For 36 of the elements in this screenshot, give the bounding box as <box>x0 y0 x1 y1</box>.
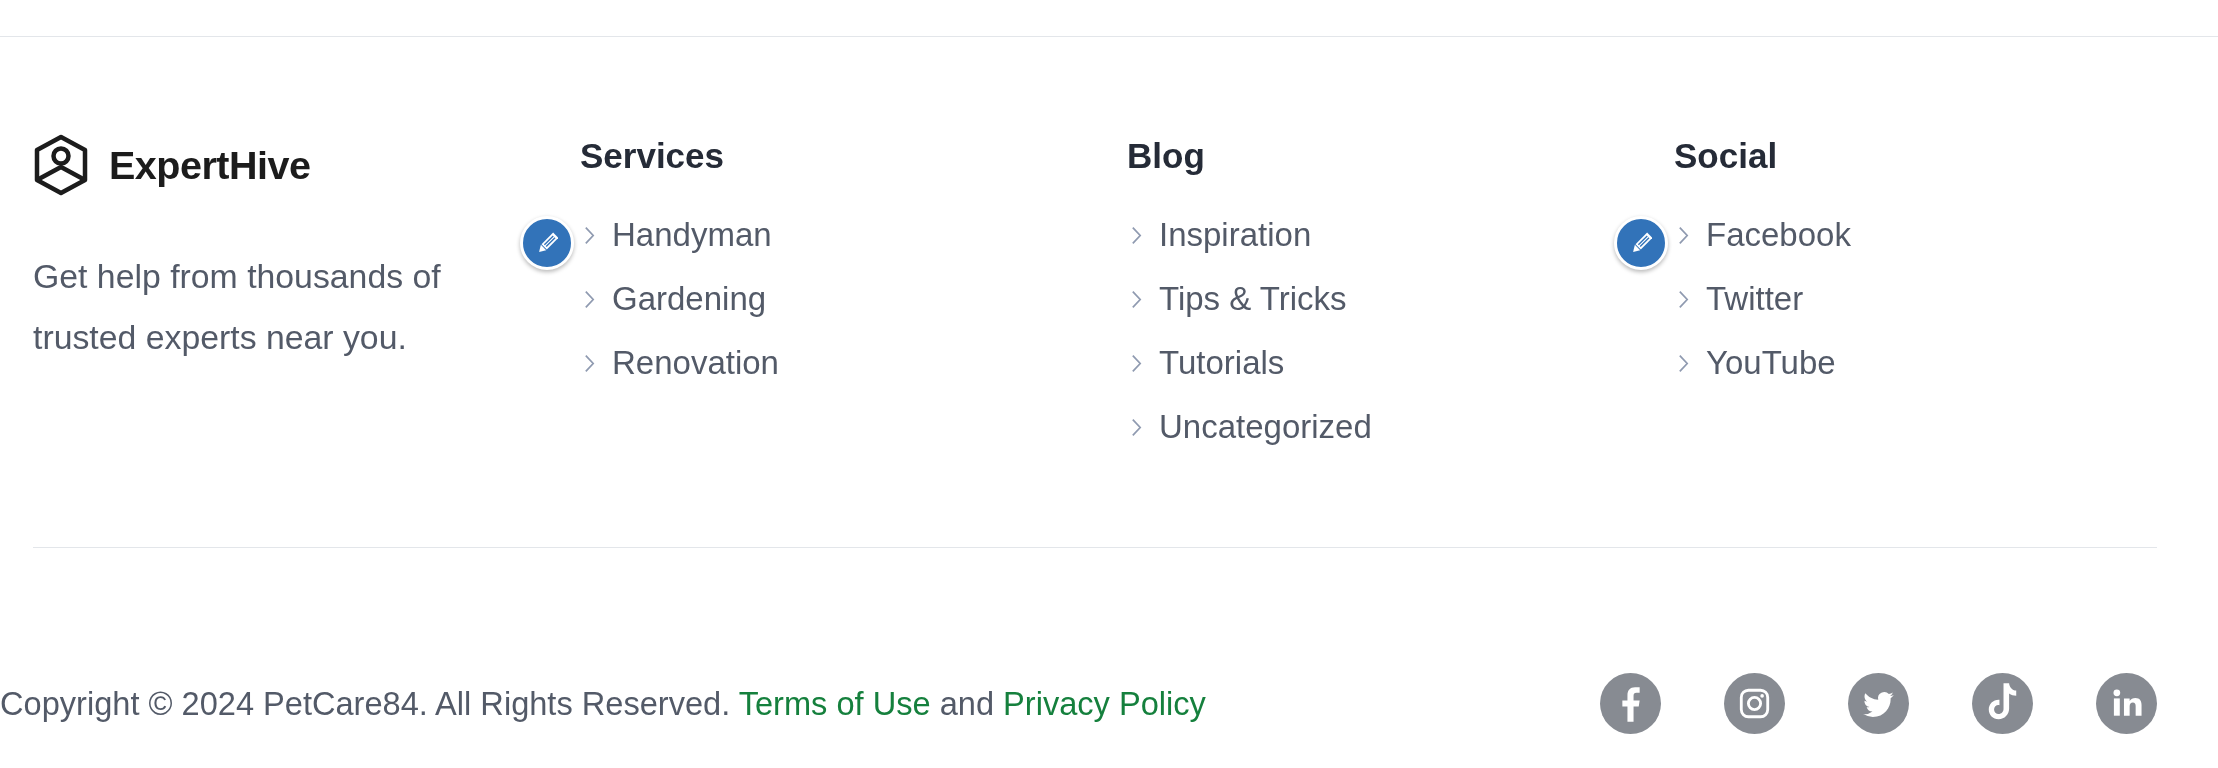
tiktok-icon[interactable] <box>1972 673 2033 734</box>
twitter-icon[interactable] <box>1848 673 1909 734</box>
policy-link[interactable]: Terms of Use <box>738 684 931 722</box>
footer-link[interactable]: Twitter <box>1706 279 1804 319</box>
chevron-right-icon <box>1678 353 1689 373</box>
footer-link[interactable]: Handyman <box>612 215 772 255</box>
chevron-right-icon <box>1131 289 1142 309</box>
footer-link[interactable]: Facebook <box>1706 215 1851 255</box>
policy-link[interactable]: Privacy Policy <box>1003 684 1206 722</box>
brand-name: ExpertHive <box>109 142 311 188</box>
logo-icon <box>33 134 89 196</box>
chevron-right-icon <box>584 225 595 245</box>
copyright-text: Copyright © 2024 PetCare84. All Rights Reserved. Terms of Use and Privacy Policy <box>0 683 1206 724</box>
edit-button[interactable] <box>520 216 574 270</box>
chevron-right-icon <box>1678 289 1689 309</box>
tagline: Get help from thousands of trusted experts near you. <box>33 256 442 358</box>
footer-link[interactable]: Tutorials <box>1159 343 1285 383</box>
footer-link[interactable]: Renovation <box>612 343 779 383</box>
edit-button[interactable] <box>1614 216 1668 270</box>
column-heading: Blog <box>1127 135 1206 177</box>
chevron-right-icon <box>584 353 595 373</box>
instagram-icon[interactable] <box>1724 673 1785 734</box>
footer-link[interactable]: YouTube <box>1706 343 1836 383</box>
chevron-right-icon <box>1678 225 1689 245</box>
footer-link[interactable]: Gardening <box>612 279 767 319</box>
linkedin-icon[interactable] <box>2096 673 2157 734</box>
chevron-right-icon <box>1131 225 1142 245</box>
chevron-right-icon <box>584 289 595 309</box>
footer-link[interactable]: Tips & Tricks <box>1159 279 1347 319</box>
footer-link[interactable]: Uncategorized <box>1159 407 1372 447</box>
chevron-right-icon <box>1131 417 1142 437</box>
chevron-right-icon <box>1131 353 1142 373</box>
column-heading: Social <box>1674 135 1779 177</box>
footer-link[interactable]: Inspiration <box>1159 215 1312 255</box>
facebook-icon[interactable] <box>1600 673 1661 734</box>
column-heading: Services <box>580 135 726 177</box>
